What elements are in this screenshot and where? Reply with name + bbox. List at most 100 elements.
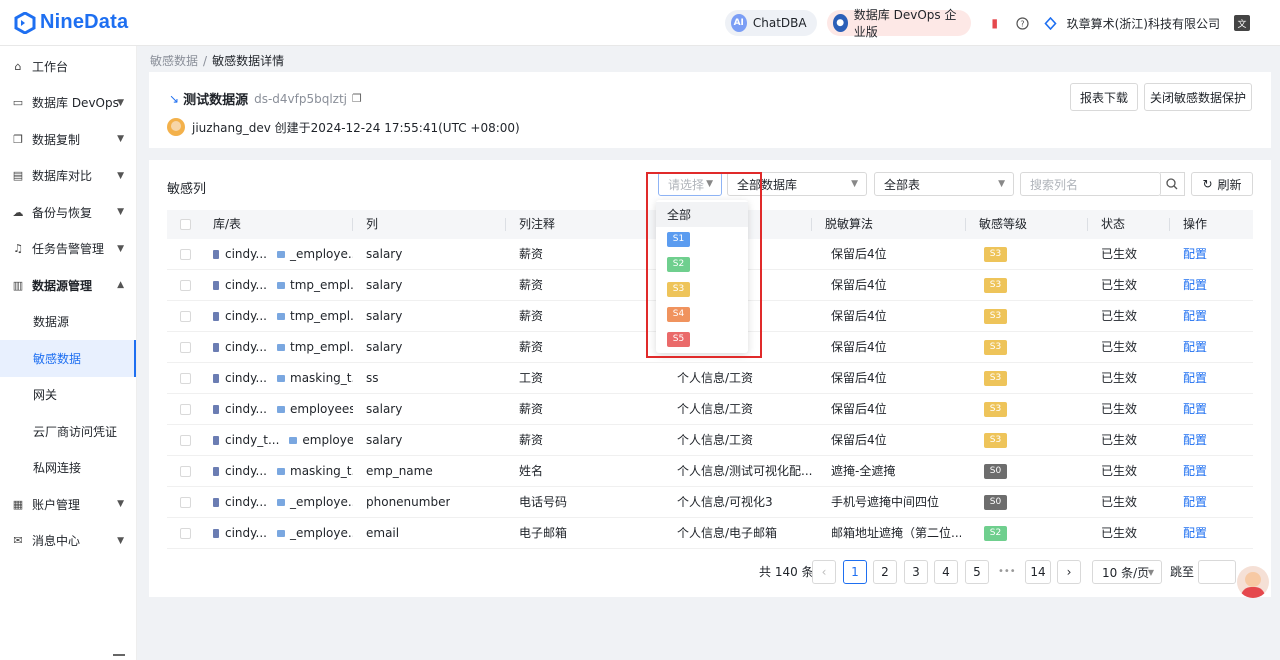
row-checkbox[interactable] xyxy=(180,342,191,353)
row-op-cell[interactable]: 配置 xyxy=(1183,518,1207,549)
page-size-select[interactable]: 10 条/页 ▼ xyxy=(1092,560,1162,584)
logo[interactable]: NineData xyxy=(14,10,137,35)
select-all-checkbox[interactable] xyxy=(180,219,191,230)
row-column-cell: salary xyxy=(366,340,403,354)
breadcrumb-parent[interactable]: 敏感数据 xyxy=(150,54,198,68)
row-op-cell[interactable]: 配置 xyxy=(1183,363,1207,394)
notification-icon[interactable]: ▮ xyxy=(987,15,1003,31)
prev-page-button[interactable]: ‹ xyxy=(812,560,836,584)
row-op-cell[interactable]: 配置 xyxy=(1183,487,1207,518)
row-op-cell[interactable]: 配置 xyxy=(1183,270,1207,301)
chevron-down-icon: ▼ xyxy=(998,179,1005,189)
row-algorithm-cell: 手机号遮掩中间四位 xyxy=(831,495,940,509)
column-search-input[interactable]: 搜索列名 xyxy=(1020,172,1161,196)
row-algorithm-cell: 保留后4位 xyxy=(831,309,887,323)
row-status-cell: 已生效 xyxy=(1101,340,1138,354)
pagination-ellipsis[interactable]: ••• xyxy=(998,560,1016,584)
row-checkbox[interactable] xyxy=(180,528,191,539)
page-button-14[interactable]: 14 xyxy=(1025,560,1051,584)
sidebar-item-backup[interactable]: ☁ 备份与恢复 ▼ xyxy=(0,194,136,231)
sidebar-item-datasource-mgmt[interactable]: ▥ 数据源管理 ▲ xyxy=(0,267,136,304)
row-category-cell: 个人信息/工资 xyxy=(677,402,754,416)
row-checkbox[interactable] xyxy=(180,404,191,415)
database-icon xyxy=(213,343,219,352)
row-level-cell: S3 xyxy=(984,270,1007,301)
sidebar-item-replication[interactable]: ❐ 数据复制 ▼ xyxy=(0,121,136,158)
row-checkbox[interactable] xyxy=(180,249,191,260)
row-comment-cell: 电子邮箱 xyxy=(519,526,568,540)
row-checkbox[interactable] xyxy=(180,280,191,291)
page-button-2[interactable]: 2 xyxy=(873,560,897,584)
compare-icon: ▤ xyxy=(12,169,24,183)
row-op-cell[interactable]: 配置 xyxy=(1183,301,1207,332)
datasource-name: 测试数据源 xyxy=(183,93,249,108)
row-table-name: _employe... xyxy=(290,247,353,261)
refresh-button[interactable]: ↻ 刷新 xyxy=(1191,172,1253,196)
devops-edition-button[interactable]: ● 数据库 DevOps 企业版 xyxy=(826,8,971,39)
sidebar-item-messages[interactable]: ✉ 消息中心 ▼ xyxy=(0,523,136,560)
close-protection-button[interactable]: 关闭敏感数据保护 xyxy=(1144,83,1252,111)
jump-page-input[interactable] xyxy=(1198,560,1236,584)
sidebar-item-compare[interactable]: ▤ 数据库对比 ▼ xyxy=(0,158,136,195)
table-select[interactable]: 全部表 ▼ xyxy=(874,172,1014,196)
collapse-handle[interactable] xyxy=(113,654,125,656)
row-status-cell: 已生效 xyxy=(1101,402,1138,416)
chevron-down-icon: ▼ xyxy=(117,243,124,254)
row-status-cell: 已生效 xyxy=(1101,278,1138,292)
page-button-3[interactable]: 3 xyxy=(904,560,928,584)
row-comment-cell: 姓名 xyxy=(519,464,544,478)
row-checkbox[interactable] xyxy=(180,466,191,477)
sidebar-subitem-sensitive-data[interactable]: 敏感数据 xyxy=(0,340,136,377)
table-select-value: 全部表 xyxy=(884,177,921,192)
language-icon[interactable]: 文 xyxy=(1234,15,1250,31)
level-tag: S3 xyxy=(984,278,1007,293)
sidebar-item-devops[interactable]: ▭ 数据库 DevOps ▼ xyxy=(0,85,136,122)
sidebar-subitem-cloud-credentials[interactable]: 云厂商访问凭证 xyxy=(0,413,136,450)
row-checkbox[interactable] xyxy=(180,311,191,322)
sidebar-subitem-gateway[interactable]: 网关 xyxy=(0,377,136,414)
sidebar-subitem-datasource[interactable]: 数据源 xyxy=(0,304,136,341)
page-button-5[interactable]: 5 xyxy=(965,560,989,584)
row-op-cell[interactable]: 配置 xyxy=(1183,332,1207,363)
level-tag: S0 xyxy=(984,495,1007,510)
page-button-4[interactable]: 4 xyxy=(934,560,958,584)
company-name[interactable]: 玖章算术(浙江)科技有限公司 xyxy=(1067,15,1220,32)
bell-icon: ♫ xyxy=(13,242,23,256)
table-icon xyxy=(277,468,285,475)
row-level-cell: S3 xyxy=(984,301,1007,332)
next-page-button[interactable]: › xyxy=(1057,560,1081,584)
copy-icon[interactable]: ❐ xyxy=(352,92,362,105)
row-checkbox[interactable] xyxy=(180,435,191,446)
sidebar-item-label: 数据复制 xyxy=(32,132,81,147)
sidebar-subitem-private-link[interactable]: 私网连接 xyxy=(0,450,136,487)
row-algorithm-cell: 保留后4位 xyxy=(831,247,887,261)
chatdba-button[interactable]: AI ChatDBA xyxy=(724,10,817,36)
header-dbtable: 库/表 xyxy=(213,217,242,231)
sidebar-item-workbench[interactable]: ⌂ 工作台 xyxy=(0,48,136,85)
row-db-name: cindy... xyxy=(225,495,267,509)
header-divider xyxy=(1169,218,1170,231)
row-db-name: cindy_t... xyxy=(225,433,280,447)
row-op-cell[interactable]: 配置 xyxy=(1183,425,1207,456)
sidebar-item-label: 数据库 DevOps xyxy=(32,96,119,111)
row-algorithm-cell: 保留后4位 xyxy=(831,433,887,447)
sidebar-item-label: 数据源管理 xyxy=(32,278,93,293)
row-checkbox[interactable] xyxy=(180,497,191,508)
row-op-cell[interactable]: 配置 xyxy=(1183,394,1207,425)
row-category-cell: 个人信息/测试可视化配... xyxy=(677,464,813,478)
row-algorithm-cell: 遮掩-全遮掩 xyxy=(831,464,896,478)
table-icon xyxy=(277,406,285,413)
search-button[interactable] xyxy=(1160,172,1185,196)
row-checkbox[interactable] xyxy=(180,373,191,384)
page-button-1[interactable]: 1 xyxy=(843,560,867,584)
sidebar-item-account[interactable]: ▦ 账户管理 ▼ xyxy=(0,486,136,523)
download-report-button[interactable]: 报表下载 xyxy=(1070,83,1138,111)
assistant-avatar[interactable] xyxy=(1237,566,1269,598)
help-icon[interactable]: ? xyxy=(1015,15,1031,31)
table-row: cindy... employees... salary 薪资 个人信息/工资 保留后4位… xyxy=(167,394,1253,425)
table-row: cindy_t... employe... salary 薪资 个人信息/工资 保留后4位… xyxy=(167,425,1253,456)
row-op-cell[interactable]: 配置 xyxy=(1183,456,1207,487)
row-comment-cell: 薪资 xyxy=(519,402,544,416)
sidebar-item-alerts[interactable]: ♫ 任务告警管理 ▼ xyxy=(0,231,136,268)
row-op-cell[interactable]: 配置 xyxy=(1183,239,1207,270)
